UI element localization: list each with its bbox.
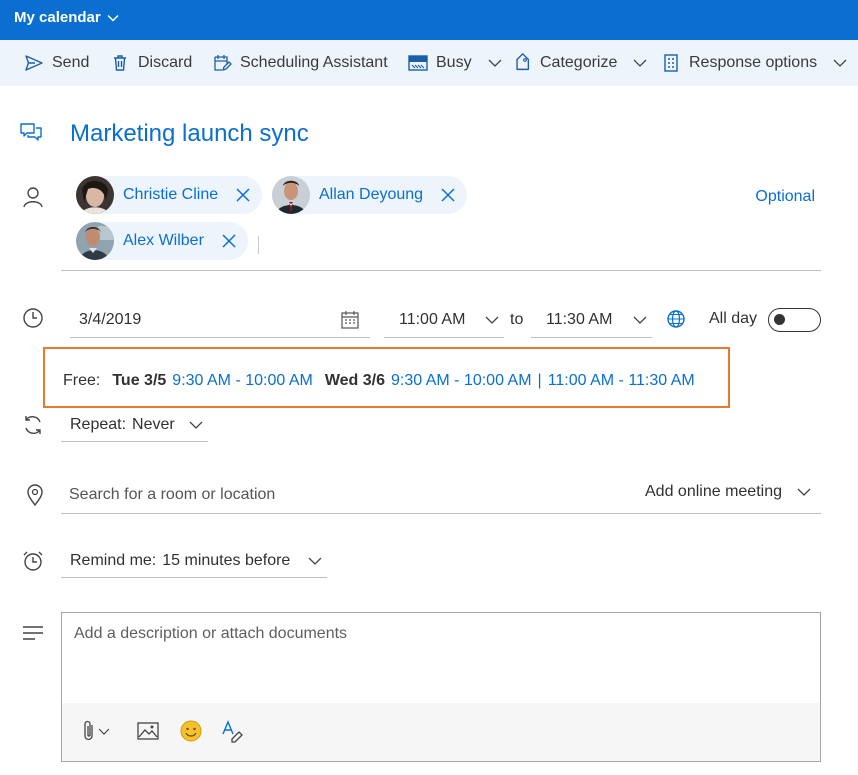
all-day-label: All day [709,310,758,327]
chat-bubbles-icon [20,122,42,144]
chevron-down-icon [485,316,499,324]
chevron-down-icon [633,59,647,67]
send-button[interactable]: Send [24,53,89,73]
busy-dropdown[interactable]: Busy [408,53,502,73]
repeat-dropdown[interactable]: Repeat: Never [61,408,208,442]
description-toolbar [62,703,820,761]
top-bar: My calendar [0,0,858,40]
to-label: to [510,311,524,328]
person-icon [22,186,44,208]
scheduling-assistant-button[interactable]: Scheduling Assistant [212,53,388,73]
free-slot[interactable]: 9:30 AM - 10:00 AM [391,372,532,390]
date-picker[interactable]: 3/4/2019 [70,303,370,338]
chevron-down-icon [98,728,110,735]
tag-icon [516,53,530,71]
calendar-edit-icon [214,55,232,72]
free-day: Tue 3/5 [112,372,167,389]
all-day-toggle[interactable] [768,308,821,332]
free-time-row: Free: Tue 3/5 9:30 AM - 10:00 AM Wed 3/6… [63,372,695,390]
repeat-value: Never [132,415,175,433]
attendee-chip-christie[interactable]: Christie Cline [76,176,263,214]
paperclip-icon [84,720,93,741]
location-placeholder: Search for a room or location [69,486,276,503]
discard-label: Discard [138,54,193,71]
optional-attendees-link[interactable]: Optional [755,188,815,206]
time-zone-globe-icon[interactable] [666,309,686,329]
chevron-down-icon [488,59,502,67]
attendee-name: Alex Wilber [123,232,204,249]
online-meeting-label: Add online meeting [645,483,782,500]
attendee-field-underline [61,270,821,271]
emoji-button[interactable] [179,719,203,743]
attendee-name: Allan Deyoung [319,186,424,203]
repeat-icon [22,414,44,436]
response-label: Response options [689,54,818,71]
send-icon [25,55,43,71]
categorize-dropdown[interactable]: Categorize [512,53,647,73]
repeat-label: Repeat: [70,415,127,433]
alarm-clock-icon [22,550,44,572]
chevron-down-icon [797,488,811,496]
chevron-down-icon [308,557,322,565]
reminder-value: 15 minutes before [162,551,291,569]
reminder-label: Remind me: [70,551,157,569]
text-format-icon [222,720,243,743]
trash-icon [114,55,126,71]
response-options-icon [664,54,678,72]
categorize-label: Categorize [540,54,618,71]
toggle-knob [774,314,785,325]
attendee-name: Christie Cline [123,186,219,203]
location-pin-icon [24,484,46,507]
insert-picture-button[interactable] [136,719,160,743]
calendar-selector[interactable]: My calendar [14,9,119,26]
event-title[interactable]: Marketing launch sync [70,120,309,148]
attach-button[interactable] [80,719,116,743]
avatar [76,222,114,260]
description-placeholder: Add a description or attach documents [74,625,348,642]
picture-icon [137,722,159,740]
response-options-dropdown[interactable]: Response options [661,53,847,73]
description-editor[interactable]: Add a description or attach documents [61,612,821,762]
close-icon[interactable] [441,188,455,202]
free-slot[interactable]: 9:30 AM - 10:00 AM [172,372,313,390]
send-label: Send [52,54,90,71]
attendee-chip-allan[interactable]: Allan Deyoung [272,176,468,214]
format-button[interactable] [220,719,244,743]
attendee-chip-alex[interactable]: Alex Wilber [76,222,248,260]
close-icon[interactable] [222,234,236,248]
clock-icon [22,307,44,329]
discard-button[interactable]: Discard [110,53,192,73]
description-lines-icon [22,622,44,644]
start-time-dropdown[interactable]: 11:00 AM [384,303,504,338]
free-slot[interactable]: 11:00 AM - 11:30 AM [548,372,695,390]
calendar-icon[interactable] [340,310,360,330]
busy-label: Busy [436,54,472,71]
chevron-down-icon [633,316,647,324]
chevron-down-icon [189,421,203,429]
free-label: Free: [63,372,101,389]
slot-separator: | [537,372,542,389]
command-toolbar: Send Discard Scheduling Assistant Busy C… [0,40,858,86]
close-icon[interactable] [236,188,250,202]
scheduling-label: Scheduling Assistant [240,54,388,71]
chevron-down-icon [833,59,847,67]
add-online-meeting-dropdown[interactable]: Add online meeting [645,483,812,501]
date-value: 3/4/2019 [79,311,142,328]
reminder-dropdown[interactable]: Remind me: 15 minutes before [61,544,327,578]
end-time-dropdown[interactable]: 11:30 AM [531,303,652,338]
avatar [272,176,310,214]
start-time-value: 11:00 AM [399,311,466,328]
attendee-input-caret[interactable] [258,236,259,254]
free-time-suggestions: Free: Tue 3/5 9:30 AM - 10:00 AM Wed 3/6… [43,347,730,408]
emoji-icon [180,720,202,742]
free-day: Wed 3/6 [324,372,385,389]
chevron-down-icon [107,14,119,22]
calendar-label: My calendar [14,9,101,26]
end-time-value: 11:30 AM [546,311,613,328]
avatar [76,176,114,214]
busy-status-icon [408,55,428,71]
